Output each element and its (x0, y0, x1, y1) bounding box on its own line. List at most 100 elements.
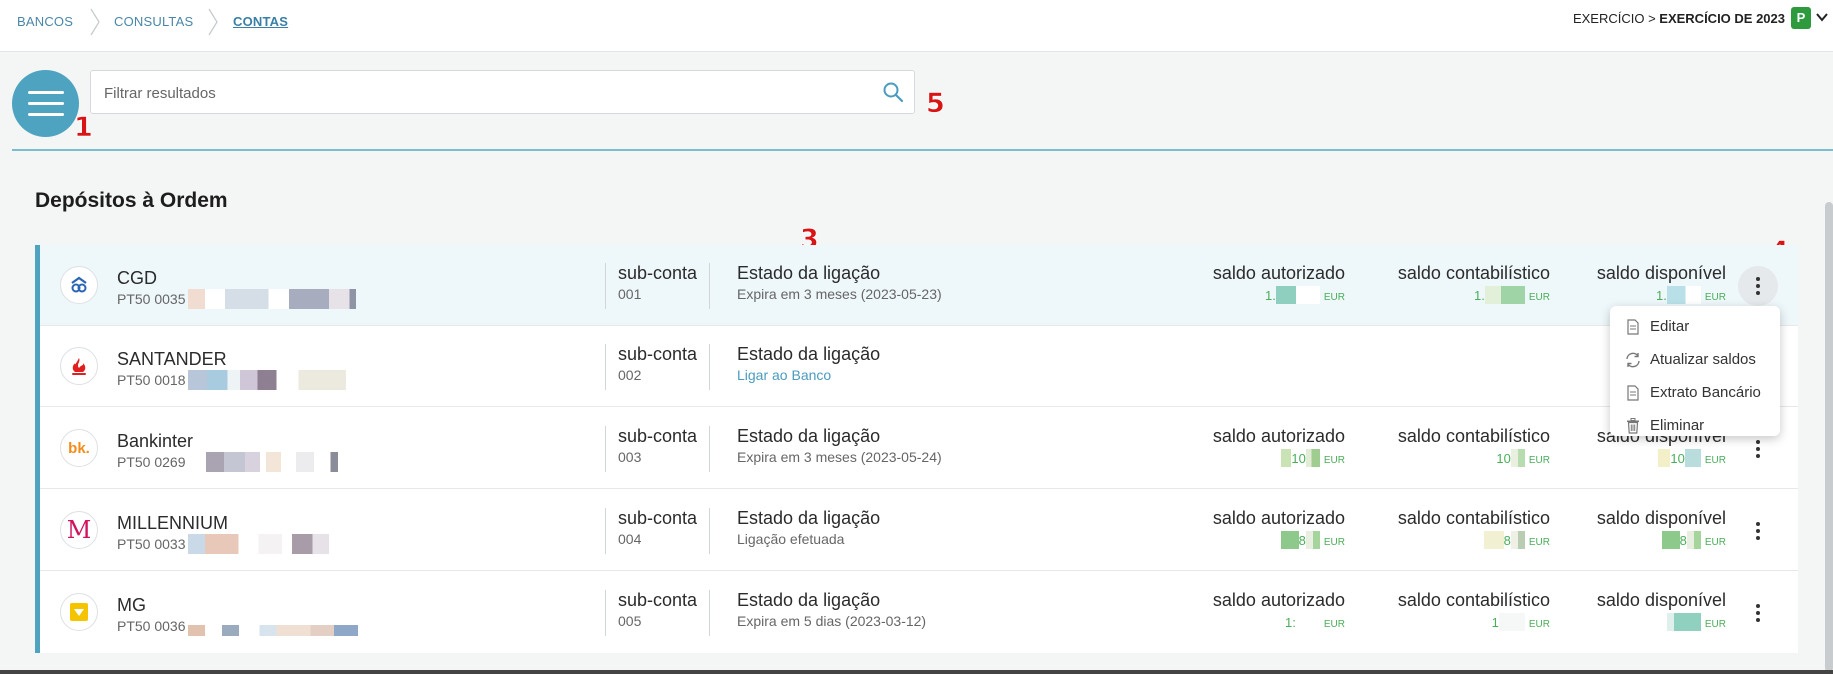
connection-status-value: Expira em 3 meses (2023-05-23) (737, 286, 942, 302)
exercise-selector[interactable]: EXERCÍCIO > EXERCÍCIO DE 2023 (1573, 11, 1785, 26)
saldo-disponivel-value: 10 EUR (1597, 449, 1726, 467)
account-row[interactable]: CGD PT50 0035 sub-conta 001 Estado da li… (40, 245, 1798, 326)
breadcrumb-separator-icon (90, 8, 100, 36)
document-icon (1627, 384, 1639, 401)
menu-line (27, 102, 64, 105)
chevron-down-icon[interactable] (1815, 10, 1829, 24)
breadcrumb-separator-icon (208, 8, 218, 36)
redacted-amount (1275, 286, 1320, 304)
connection-status-value: Expira em 5 dias (2023-03-12) (737, 613, 927, 629)
bank-name: Bankinter (117, 431, 194, 451)
sub-account-label: sub-conta (618, 426, 698, 446)
saldo-contabilistico: saldo contabilístico 1. EUR (1398, 263, 1550, 304)
saldo-contabilistico: saldo contabilístico 10 EUR (1398, 426, 1550, 467)
menu-item-label: Eliminar (1650, 417, 1705, 434)
breadcrumb-contas[interactable]: CONTAS (233, 14, 288, 29)
bank-name: SANTANDER (117, 349, 227, 369)
iban: PT50 0036 (117, 616, 358, 636)
redacted-amount (1510, 449, 1525, 467)
saldo-contabilistico-label: saldo contabilístico (1397, 590, 1550, 610)
redacted-amount (1666, 286, 1701, 304)
connect-bank-link[interactable]: Ligar ao Banco (737, 367, 880, 383)
connection-status: Estado da ligação Expira em 5 dias (2023… (737, 590, 926, 629)
currency: EUR (1528, 537, 1550, 548)
sub-account-number: 003 (618, 449, 642, 465)
sub-account: sub-conta 005 (605, 590, 711, 636)
santander-logo-icon (60, 347, 98, 385)
connection-status-label: Estado da ligação (737, 508, 881, 528)
saldo-autorizado-label: saldo autorizado (1212, 508, 1345, 528)
redacted-amount (1295, 613, 1320, 631)
row-actions-menu-icon[interactable] (1738, 266, 1778, 306)
menu-item-editar[interactable]: Editar (1610, 310, 1780, 343)
connection-status-label: Estado da ligação (737, 263, 881, 283)
hamburger-menu-button[interactable] (12, 70, 79, 137)
profile-badge[interactable]: P (1791, 7, 1811, 29)
bank-name: CGD (117, 268, 157, 288)
iban-prefix: PT50 0036 (117, 618, 186, 634)
connection-status-label: Estado da ligação (737, 344, 881, 364)
sub-account-label: sub-conta (618, 263, 698, 283)
connection-status-value: Ligação efetuada (737, 531, 845, 547)
redacted-amount (1510, 531, 1525, 549)
saldo-autorizado-value: 8 EUR (1213, 531, 1345, 549)
redacted-iban (187, 289, 356, 309)
menu-line (27, 91, 64, 94)
breadcrumb-consultas[interactable]: CONSULTAS (114, 14, 193, 29)
amount-text: 1 (1491, 615, 1499, 630)
amount-text: 1. (1656, 288, 1667, 303)
saldo-contabilistico-label: saldo contabilístico (1397, 263, 1550, 283)
saldo-autorizado-label: saldo autorizado (1212, 263, 1345, 283)
saldo-disponivel-label: saldo disponível (1596, 590, 1726, 610)
menu-item-atualizar-saldos[interactable]: Atualizar saldos (1610, 343, 1780, 376)
bank-name: MG (117, 595, 146, 615)
sub-account: sub-conta 003 (605, 426, 711, 472)
menu-item-eliminar[interactable]: Eliminar (1610, 409, 1780, 442)
menu-item-extrato-bancario[interactable]: Extrato Bancário (1610, 376, 1780, 409)
breadcrumb-bancos[interactable]: BANCOS (17, 14, 73, 29)
sub-account-number: 004 (618, 531, 642, 547)
redacted-amount (1280, 531, 1299, 549)
saldo-autorizado-value: 10 EUR (1213, 449, 1345, 467)
saldo-disponivel-label: saldo disponível (1596, 263, 1726, 283)
saldo-autorizado-value: 1: EUR (1213, 613, 1345, 631)
iban: PT50 0269 (117, 452, 338, 472)
currency: EUR (1704, 537, 1726, 548)
saldo-autorizado: saldo autorizado 1: EUR (1213, 590, 1345, 631)
scrollbar[interactable] (1823, 190, 1833, 674)
sub-account-number: 005 (618, 613, 642, 629)
window-bottom-edge (0, 670, 1833, 674)
row-actions-menu-icon[interactable] (1738, 593, 1778, 633)
amount-text: 8 (1503, 533, 1511, 548)
account-row[interactable]: M MILLENNIUM PT50 0033 sub-conta 004 Est… (40, 490, 1798, 571)
amount-text: 10 (1291, 451, 1306, 466)
saldo-autorizado-label: saldo autorizado (1212, 426, 1345, 446)
sub-account: sub-conta 002 (605, 344, 711, 390)
redacted-amount (1658, 449, 1671, 467)
account-row[interactable]: MG PT50 0036 sub-conta 005 Estado da lig… (40, 572, 1798, 653)
saldo-disponivel: saldo disponível 1. EUR (1597, 263, 1726, 304)
currency: EUR (1528, 455, 1550, 466)
amount-text: 8 (1679, 533, 1687, 548)
menu-item-label: Editar (1650, 318, 1690, 335)
connection-status: Estado da ligação Expira em 3 meses (202… (737, 263, 942, 302)
account-row[interactable]: SANTANDER PT50 0018 sub-conta 002 Estado… (40, 326, 1798, 407)
currency: EUR (1704, 619, 1726, 630)
redacted-amount (1305, 531, 1320, 549)
currency: EUR (1704, 455, 1726, 466)
saldo-autorizado: saldo autorizado 10 EUR (1213, 426, 1345, 467)
search-input[interactable] (104, 82, 864, 104)
search-icon[interactable] (882, 81, 904, 103)
saldo-disponivel-value: 8 EUR (1597, 531, 1726, 549)
connection-status-label: Estado da ligação (737, 426, 881, 446)
redacted-amount (1686, 531, 1701, 549)
saldo-autorizado: saldo autorizado 8 EUR (1213, 508, 1345, 549)
sub-account-label: sub-conta (618, 508, 698, 528)
amount-text: 10 (1496, 451, 1511, 466)
scrollbar-thumb[interactable] (1825, 202, 1833, 672)
account-row[interactable]: bk. Bankinter PT50 0269 sub-conta 003 Es… (40, 408, 1798, 489)
currency: EUR (1528, 292, 1550, 303)
connection-status-value: Expira em 3 meses (2023-05-24) (737, 449, 942, 465)
bank-name: MILLENNIUM (117, 513, 229, 533)
row-actions-menu-icon[interactable] (1738, 511, 1778, 551)
